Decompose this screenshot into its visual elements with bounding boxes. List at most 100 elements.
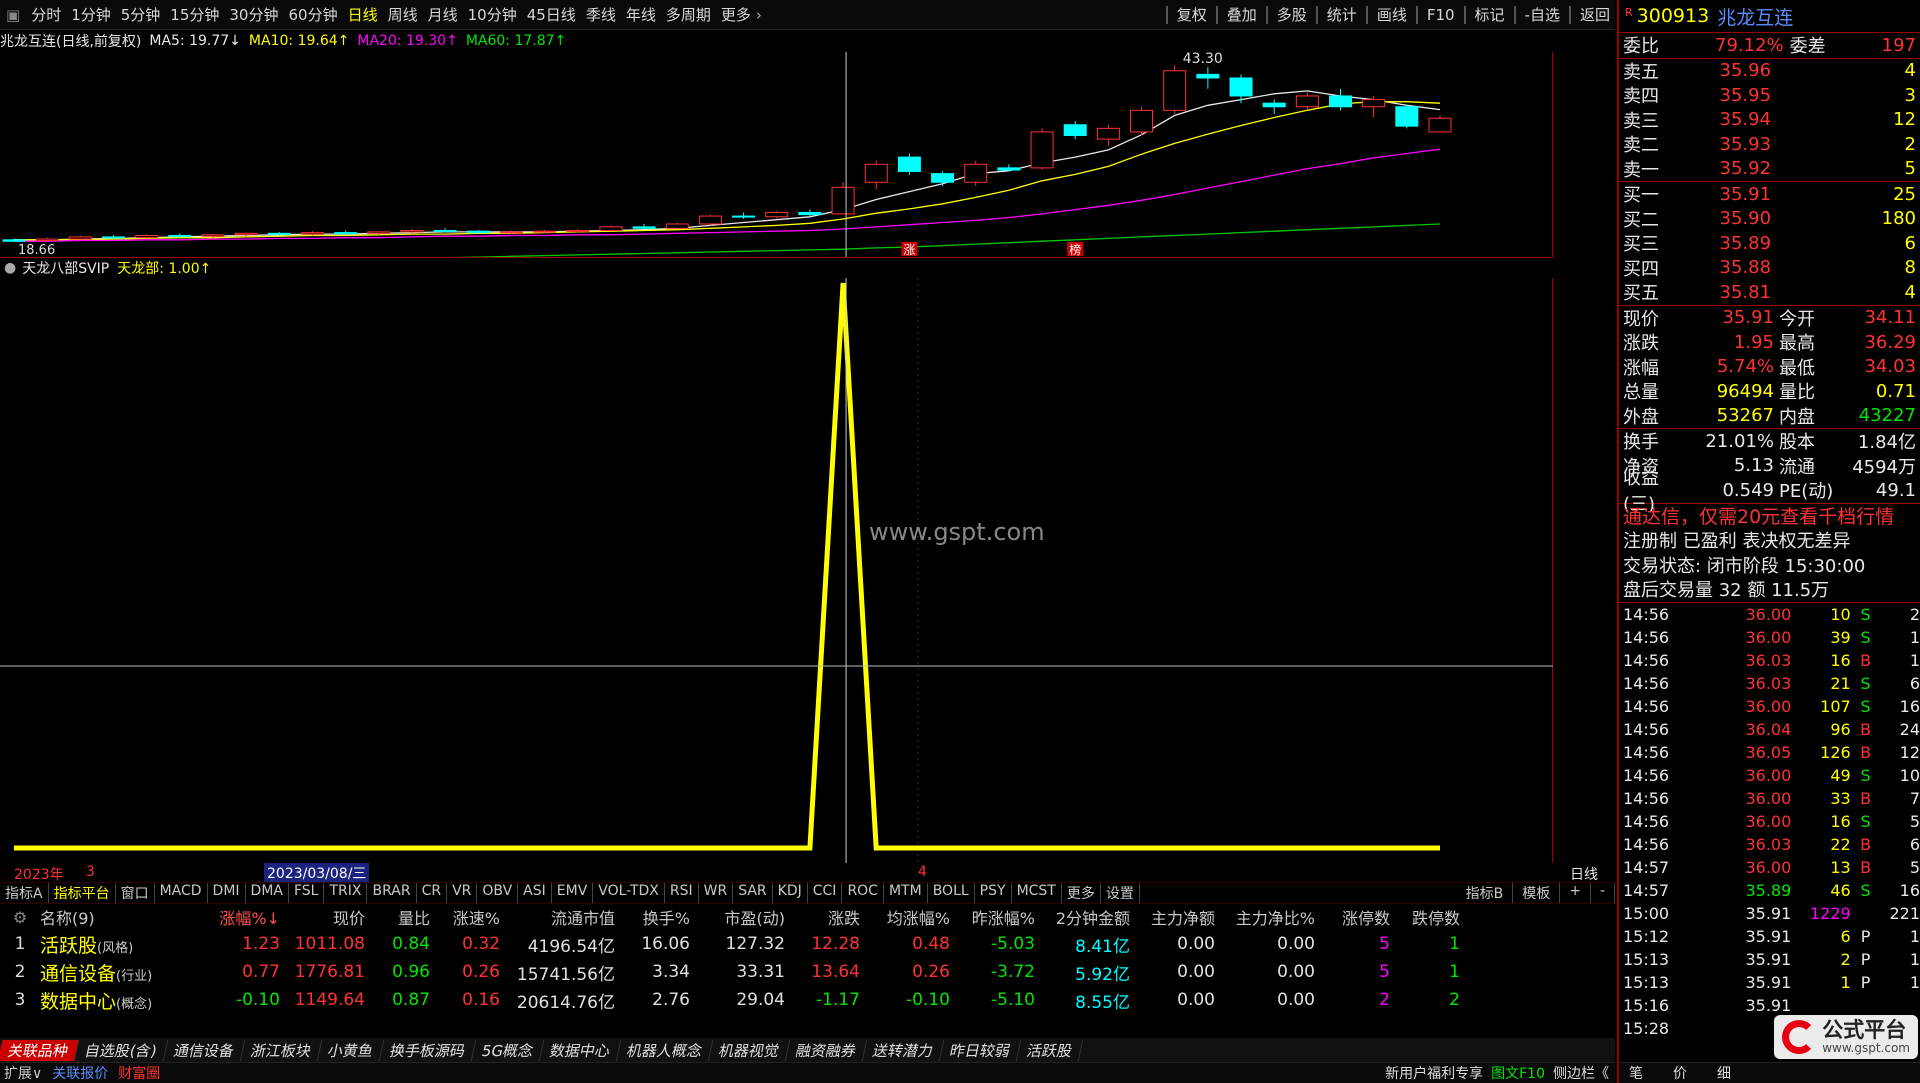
tool-button[interactable]: 返回 xyxy=(1575,4,1615,25)
candle[interactable] xyxy=(68,235,92,240)
candle[interactable] xyxy=(798,209,822,217)
candle[interactable] xyxy=(964,160,988,186)
candle[interactable] xyxy=(1329,88,1353,111)
order-row[interactable]: 卖五 35.96 4 xyxy=(1619,59,1920,84)
table-row[interactable]: 2 通信设备(行业) 0.77 1776.81 0.96 0.26 15741.56亿 3.3… xyxy=(0,958,1600,986)
order-row[interactable]: 卖二 35.93 2 xyxy=(1619,132,1920,157)
status-left-item[interactable]: 财富圈 xyxy=(118,1063,160,1083)
candle[interactable] xyxy=(632,223,656,230)
indicator-tab[interactable]: DMA xyxy=(246,883,289,903)
candle[interactable] xyxy=(732,212,756,219)
indicator-tab[interactable]: EMV xyxy=(552,883,594,903)
indicator-tab[interactable]: ASI xyxy=(518,883,552,903)
promo-link[interactable]: 通达信，仅需20元查看千档行情 xyxy=(1619,504,1920,528)
candle[interactable] xyxy=(897,153,921,176)
period-tab[interactable]: 60分钟 xyxy=(283,4,342,25)
indicator-tab[interactable]: OBV xyxy=(477,883,519,903)
period-tab[interactable]: 年线 xyxy=(621,4,661,25)
indicator-tab[interactable]: 指标平台 xyxy=(49,883,116,903)
period-tab[interactable]: 10分钟 xyxy=(463,4,522,25)
bottom-tab[interactable]: 机器视觉 xyxy=(708,1039,791,1061)
period-tab[interactable]: 月线 xyxy=(423,4,463,25)
order-row[interactable]: 卖四 35.95 3 xyxy=(1619,83,1920,108)
bottom-tab[interactable]: 活跃股 xyxy=(1016,1039,1084,1061)
status-right-item[interactable]: 新用户福利专享 xyxy=(1385,1063,1483,1083)
bottom-tab[interactable]: 昨日较弱 xyxy=(939,1039,1022,1061)
column-header[interactable]: 名称(9) xyxy=(40,905,205,929)
candle[interactable] xyxy=(1063,121,1087,140)
tool-button[interactable]: 多股 xyxy=(1272,4,1312,25)
column-header[interactable]: 昨涨幅% xyxy=(950,905,1035,929)
indicator-tab[interactable]: DMI xyxy=(208,883,246,903)
candle[interactable] xyxy=(1096,124,1120,147)
period-tab[interactable]: 45日线 xyxy=(522,4,581,25)
column-header[interactable]: 2分钟金额 xyxy=(1035,905,1130,929)
column-header[interactable]: 跌停数 xyxy=(1390,905,1460,929)
candle[interactable] xyxy=(765,211,789,219)
indicator-tab[interactable]: 窗口 xyxy=(116,883,155,903)
status-left-item[interactable]: 扩展∨ xyxy=(4,1063,42,1083)
indicator-tab[interactable]: PSY xyxy=(975,883,1012,903)
indicator-tab[interactable]: BOLL xyxy=(928,883,975,903)
candle[interactable] xyxy=(698,214,722,226)
indicator-tab[interactable]: ROC xyxy=(842,883,884,903)
period-tab[interactable]: 30分钟 xyxy=(224,4,283,25)
indicator-tab[interactable]: WR xyxy=(699,883,734,903)
column-header[interactable]: 流通市值 xyxy=(500,905,615,929)
status-left-item[interactable]: 关联报价 xyxy=(52,1063,108,1083)
indicator-tab[interactable]: MACD xyxy=(155,883,208,903)
candle[interactable] xyxy=(1395,104,1419,129)
column-header[interactable]: 均涨幅% xyxy=(860,905,950,929)
tool-button[interactable]: 标记 xyxy=(1470,4,1510,25)
indicator-tab[interactable]: CR xyxy=(417,883,448,903)
indicator-tab[interactable]: KDJ xyxy=(773,883,808,903)
candle[interactable] xyxy=(1362,95,1386,118)
indicator-tab-right[interactable]: 指标B xyxy=(1457,883,1514,903)
candle[interactable] xyxy=(1295,92,1319,111)
candle[interactable] xyxy=(1428,115,1452,133)
indicator-tab[interactable]: RSI xyxy=(665,883,699,903)
candle[interactable] xyxy=(864,160,888,190)
bottom-tab[interactable]: 通信设备 xyxy=(163,1039,245,1061)
column-header[interactable]: 涨跌 xyxy=(785,905,860,929)
panel-footer-tab[interactable]: 笔 xyxy=(1629,1063,1643,1083)
candle[interactable] xyxy=(997,164,1021,172)
period-tab[interactable]: 5分钟 xyxy=(116,4,166,25)
indicator-tab-right[interactable]: 模板 xyxy=(1513,883,1561,903)
indicator-tab[interactable]: MCST xyxy=(1012,883,1062,903)
column-header[interactable]: 主力净比% xyxy=(1215,905,1315,929)
indicator-tab[interactable]: TRIX xyxy=(324,883,368,903)
table-row[interactable]: 3 数据中心(概念) -0.10 1149.64 0.87 0.16 20614.76亿 2.… xyxy=(0,986,1600,1014)
column-header[interactable]: 涨速% xyxy=(430,905,500,929)
candle[interactable] xyxy=(1196,67,1220,89)
column-header[interactable]: 涨幅%↓ xyxy=(205,905,280,929)
order-row[interactable]: 买一 35.91 25 xyxy=(1619,182,1920,207)
period-tab[interactable]: 季线 xyxy=(581,4,621,25)
tool-button[interactable]: 统计 xyxy=(1322,4,1362,25)
column-header[interactable]: 市盈(动) xyxy=(690,905,786,929)
indicator-tab[interactable]: CCI xyxy=(808,883,843,903)
panel-footer-tab[interactable]: 细 xyxy=(1717,1063,1731,1083)
order-row[interactable]: 买五 35.81 4 xyxy=(1619,280,1920,305)
column-header[interactable]: 主力净额 xyxy=(1130,905,1215,929)
indicator-tab[interactable]: 更多 xyxy=(1062,883,1101,903)
order-row[interactable]: 卖三 35.94 12 xyxy=(1619,108,1920,133)
order-row[interactable]: 卖一 35.92 5 xyxy=(1619,157,1920,182)
period-tab[interactable]: 日线 xyxy=(343,4,383,25)
indicator-tab[interactable]: FSL xyxy=(289,883,325,903)
event-marker[interactable]: 榜 xyxy=(1067,242,1084,257)
bottom-tab[interactable]: 自选股(含) xyxy=(74,1039,168,1061)
indicator-tab[interactable]: VR xyxy=(447,883,478,903)
indicator-tab-right[interactable]: + xyxy=(1560,883,1591,903)
tool-button[interactable]: F10 xyxy=(1422,6,1460,24)
candle[interactable] xyxy=(1163,65,1187,114)
indicator-tab[interactable]: 指标A xyxy=(0,883,49,903)
column-header[interactable]: 现价 xyxy=(280,905,365,929)
indicator-chart[interactable]: 1.000.900.800.700.600.500.300.200.39 xyxy=(0,278,1553,863)
period-tab[interactable]: 1分钟 xyxy=(66,4,116,25)
candle[interactable] xyxy=(831,182,855,215)
period-tab[interactable]: 分时 xyxy=(26,4,66,25)
toggle-icon[interactable]: ● xyxy=(4,260,16,276)
gear-icon[interactable]: ⚙ xyxy=(0,908,40,927)
bottom-tab[interactable]: 换手板源码 xyxy=(379,1039,477,1061)
